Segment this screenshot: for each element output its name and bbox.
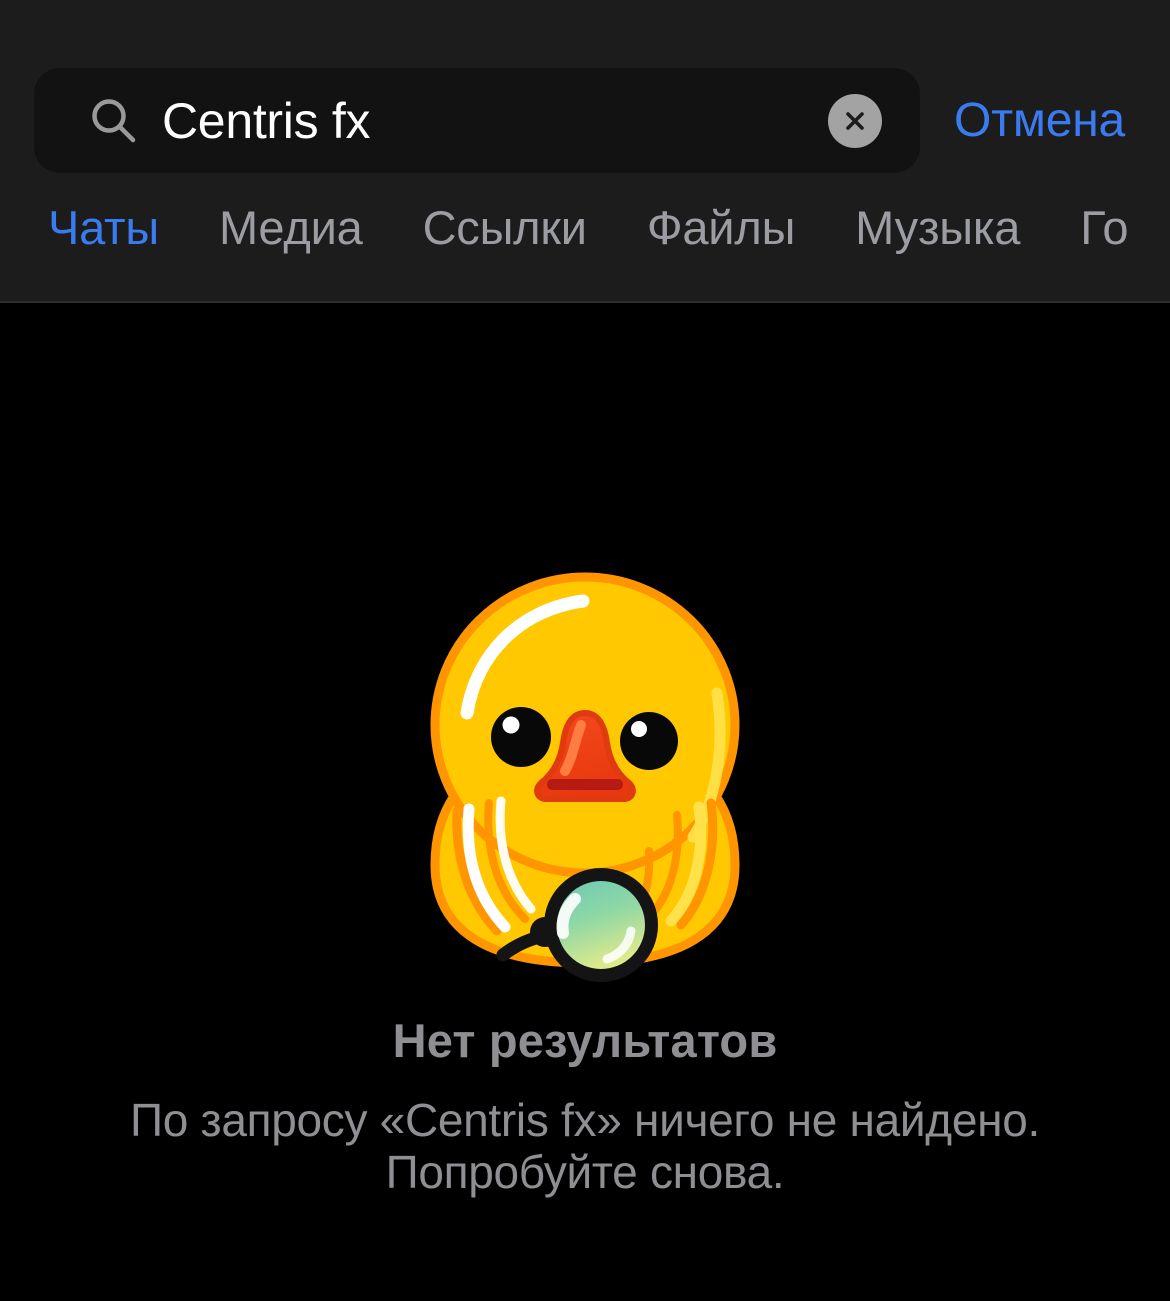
duck-eye-left bbox=[491, 707, 551, 767]
search-bar: Centris fx Отмена bbox=[0, 68, 1170, 173]
tab-label: Чаты bbox=[48, 201, 159, 254]
cancel-button[interactable]: Отмена bbox=[954, 93, 1125, 148]
duck-with-magnifier-icon bbox=[405, 565, 765, 985]
tab-label: Ссылки bbox=[422, 201, 587, 254]
tab-links[interactable]: Ссылки bbox=[423, 196, 587, 255]
search-input-value: Centris fx bbox=[162, 92, 371, 149]
tab-voice[interactable]: Го bbox=[1080, 196, 1128, 255]
tab-label: Файлы bbox=[646, 201, 796, 254]
empty-state: Нет результатов По запросу «Centris fx» … bbox=[0, 303, 1170, 1301]
search-filter-tabs[interactable]: Чаты Медиа Ссылки Файлы Музыка Го bbox=[0, 196, 1170, 303]
tab-label: Го bbox=[1080, 201, 1129, 254]
tab-media[interactable]: Медиа bbox=[219, 196, 363, 255]
search-input[interactable]: Centris fx bbox=[34, 68, 920, 173]
search-icon bbox=[90, 97, 138, 145]
tab-label: Музыка bbox=[855, 201, 1021, 254]
tab-files[interactable]: Файлы bbox=[646, 196, 796, 255]
tab-music[interactable]: Музыка bbox=[855, 196, 1020, 255]
tab-chats[interactable]: Чаты bbox=[48, 196, 159, 255]
duck-eye-right bbox=[620, 712, 678, 770]
empty-state-title: Нет результатов bbox=[392, 1014, 778, 1067]
search-screen: Centris fx Отмена Чаты Медиа Ссылки Файл… bbox=[0, 0, 1170, 1301]
tab-label: Медиа bbox=[218, 201, 363, 254]
clear-search-button[interactable] bbox=[828, 93, 882, 148]
close-icon bbox=[841, 107, 869, 135]
empty-state-description: По запросу «Centris fx» ничего не найден… bbox=[130, 1094, 1040, 1198]
